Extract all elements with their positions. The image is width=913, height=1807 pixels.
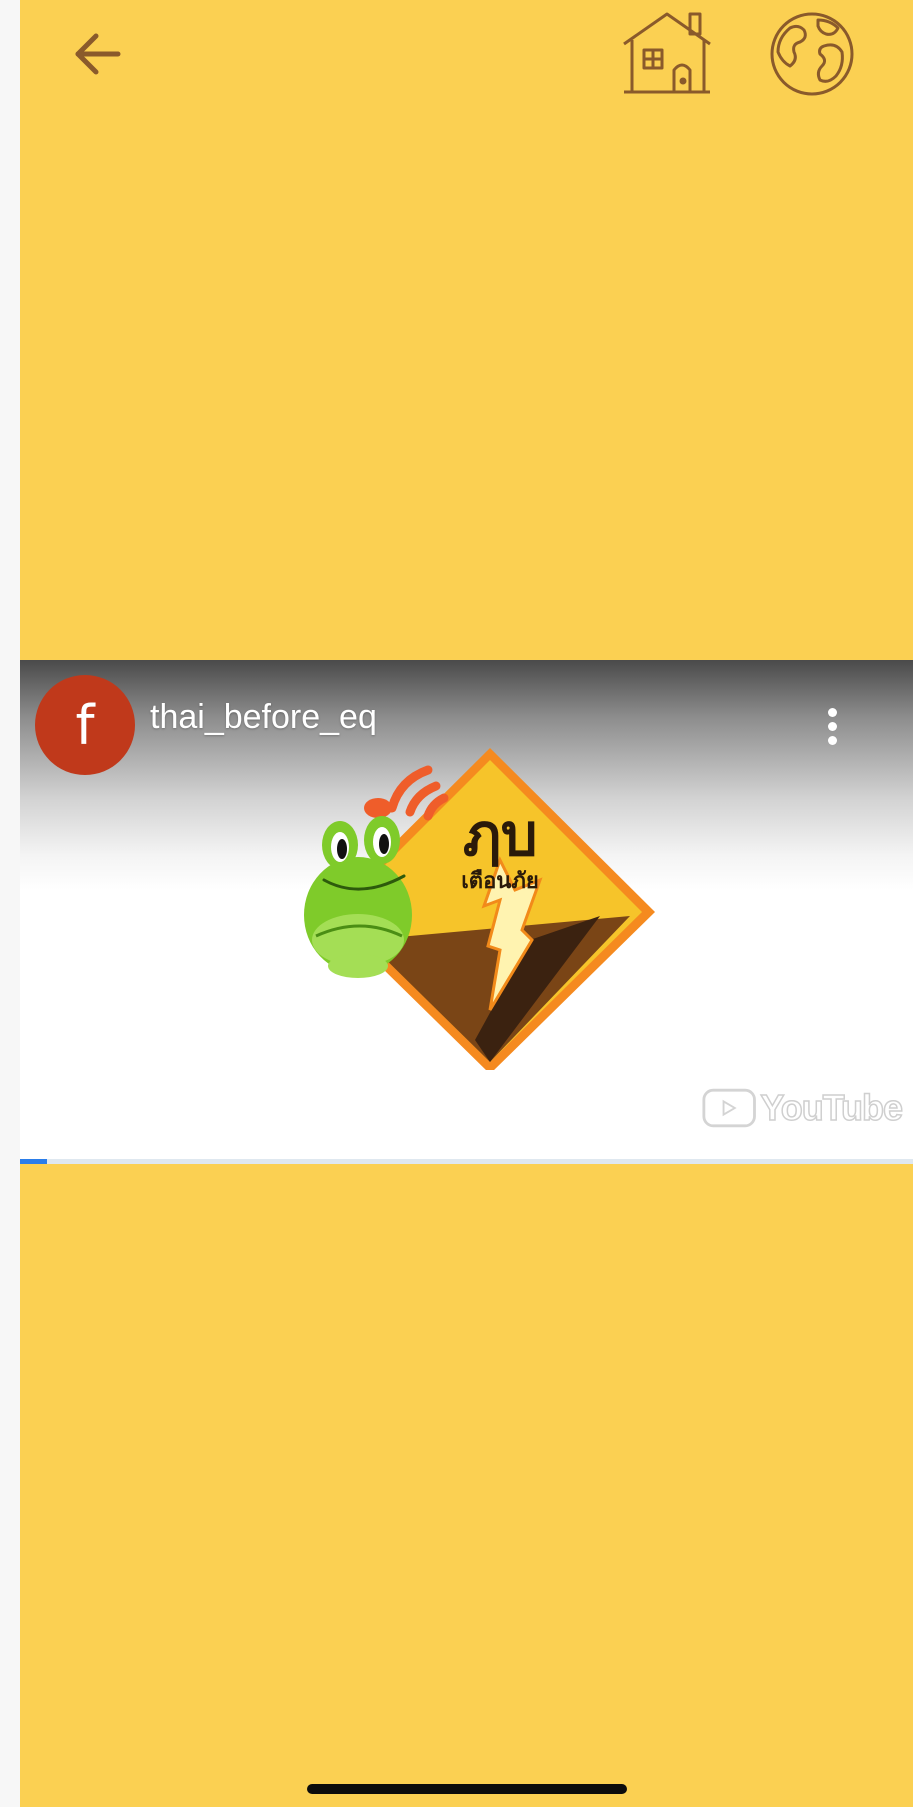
home-button[interactable]	[620, 8, 715, 98]
home-indicator[interactable]	[307, 1784, 627, 1794]
channel-name[interactable]: thai_before_eq	[150, 698, 377, 737]
more-dot	[827, 736, 837, 745]
youtube-watermark[interactable]: YouTube	[702, 1083, 904, 1133]
youtube-play-icon	[702, 1088, 756, 1128]
more-dot	[827, 708, 837, 717]
top-bar	[20, 0, 913, 110]
more-dot	[827, 722, 837, 731]
youtube-wordmark: YouTube	[760, 1086, 904, 1129]
house-icon	[623, 12, 711, 94]
channel-avatar[interactable]: f	[35, 675, 135, 775]
left-gutter	[0, 0, 20, 1807]
globe-button[interactable]	[768, 10, 856, 98]
back-button[interactable]	[68, 24, 128, 84]
logo-title: ฦบ	[462, 801, 537, 869]
arrow-left-icon	[75, 33, 121, 75]
globe-icon	[770, 12, 854, 96]
app-screen: f thai_before_eq ฦบ เตือนภัย YouTube	[20, 0, 913, 1807]
more-options-button[interactable]	[820, 708, 844, 752]
frog-mascot	[304, 816, 412, 978]
earthquake-warning-logo: ฦบ เตือนภัย	[304, 748, 655, 1070]
video-progress-fill	[20, 1159, 47, 1164]
logo-subtitle: เตือนภัย	[461, 869, 538, 894]
youtube-embed[interactable]: f thai_before_eq ฦบ เตือนภัย YouTube	[20, 660, 913, 1164]
video-progress-bar[interactable]	[20, 1159, 913, 1164]
channel-avatar-letter: f	[75, 693, 95, 757]
